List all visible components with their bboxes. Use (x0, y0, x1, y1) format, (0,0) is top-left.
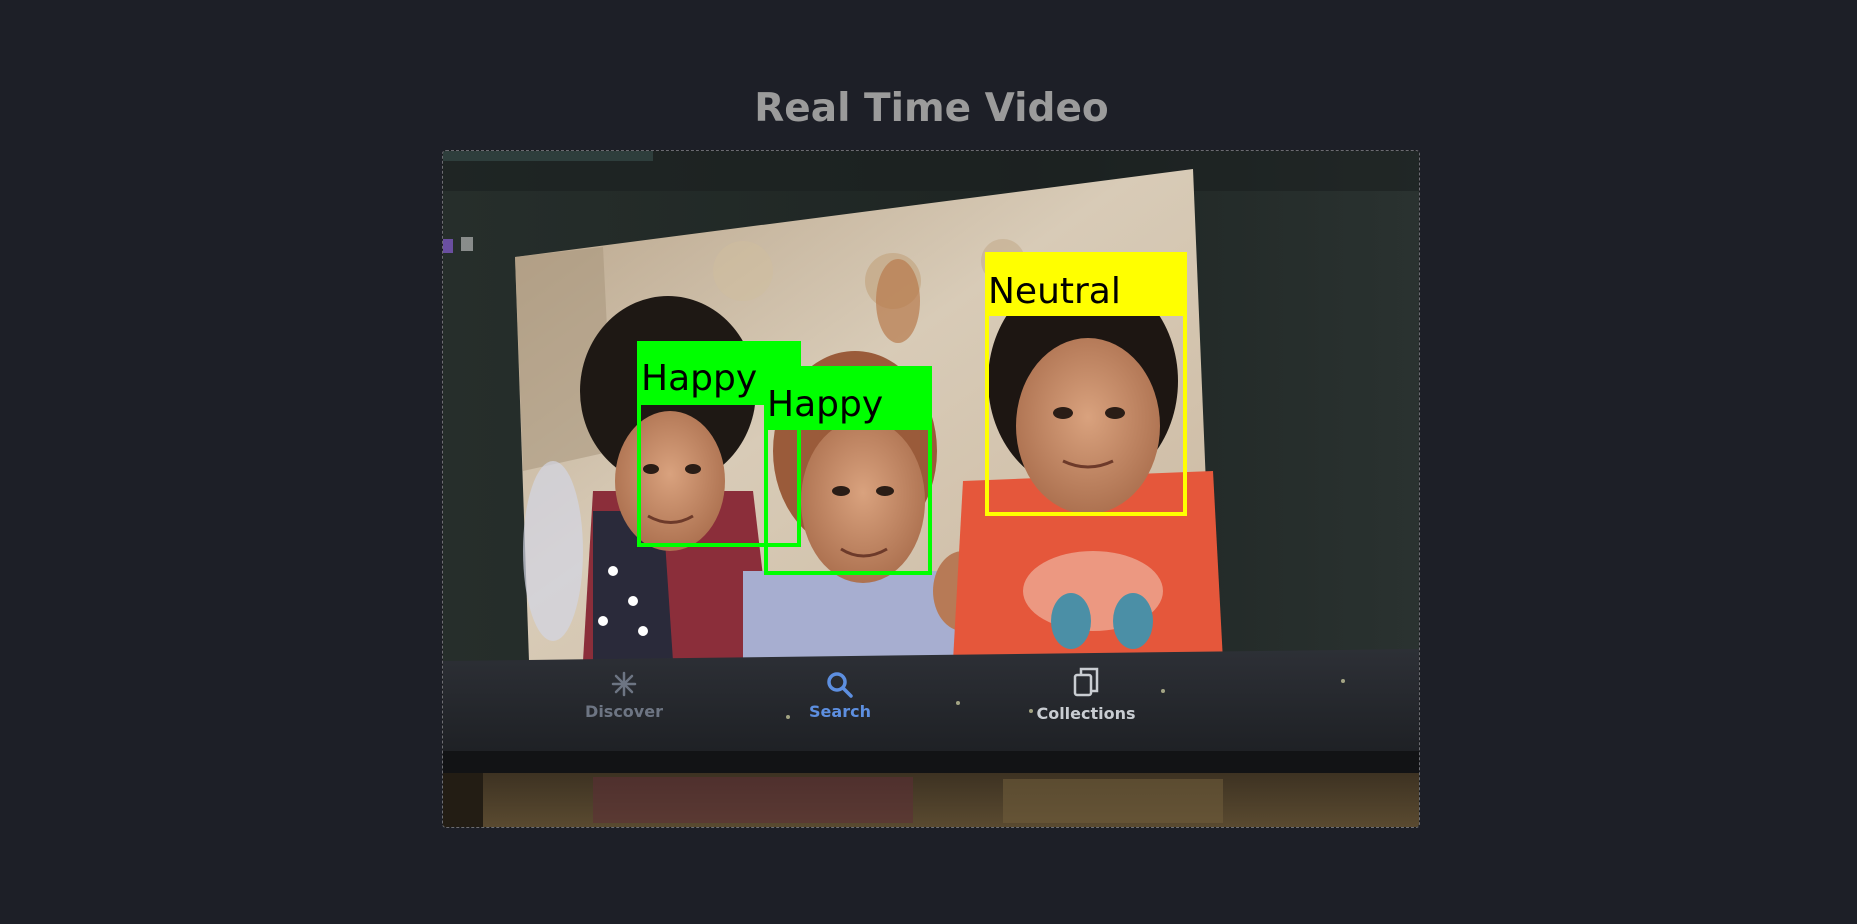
video-stream: Happy Happy Neutral Discover Search Coll… (442, 150, 1420, 828)
detection-label: Neutral (988, 271, 1121, 312)
captured-tab-label: Collections (1036, 704, 1135, 723)
video-frame-canvas: Happy Happy Neutral Discover Search Coll… (443, 151, 1419, 827)
captured-tab-label: Discover (585, 702, 663, 721)
sparkle-icon (611, 671, 637, 697)
captured-tab-label: Search (809, 702, 871, 721)
detection-label: Happy (641, 358, 757, 399)
detection-label: Happy (767, 384, 883, 425)
page-title: Real Time Video (754, 86, 1109, 131)
